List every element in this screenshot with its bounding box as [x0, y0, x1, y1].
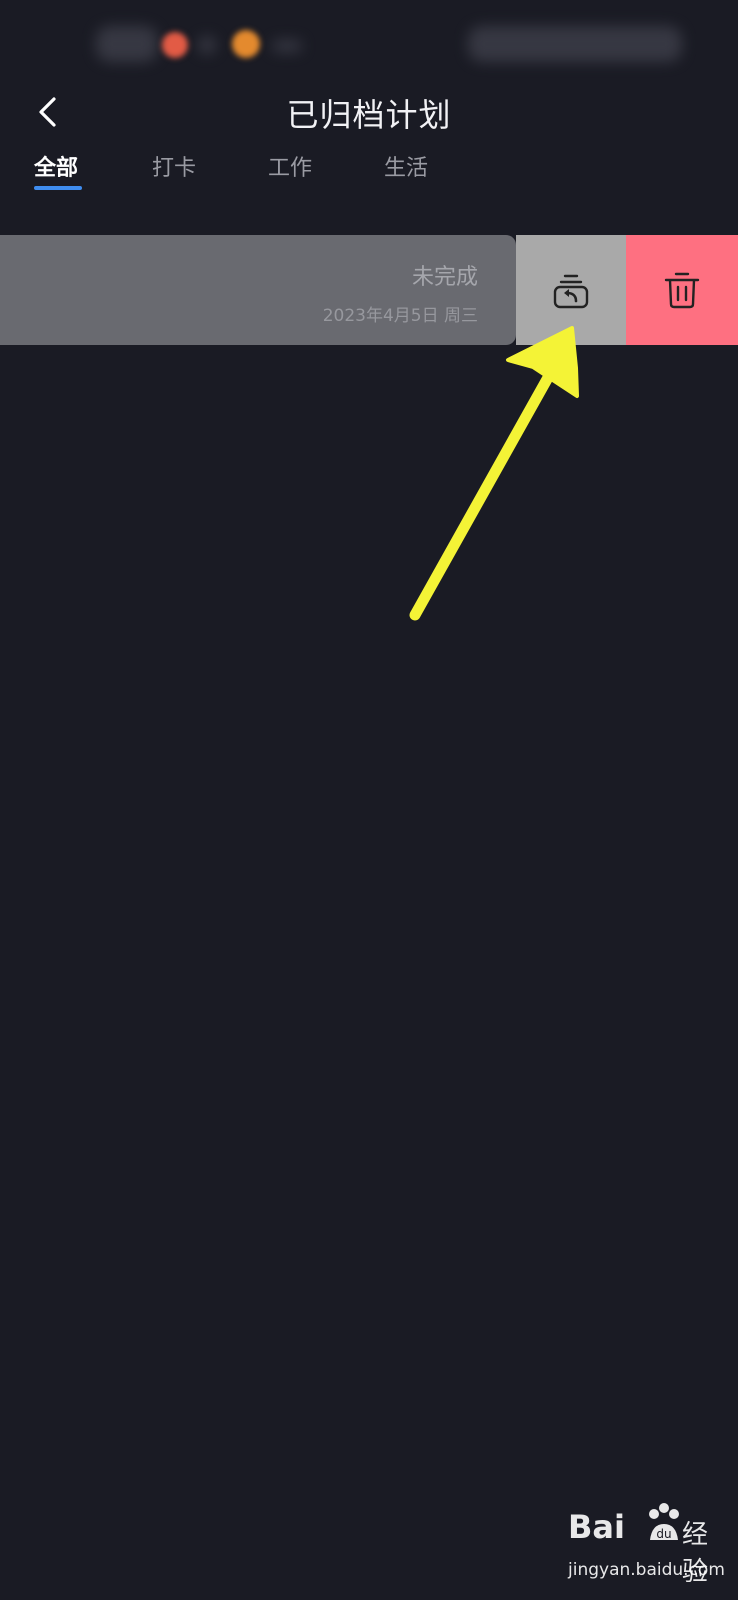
- tab-check-in[interactable]: 打卡: [152, 150, 196, 182]
- unarchive-button[interactable]: [516, 235, 626, 345]
- page-title: 已归档计划: [286, 96, 452, 134]
- paw-icon: du: [649, 1503, 679, 1541]
- tab-work[interactable]: 工作: [268, 150, 312, 182]
- status-bar: [0, 0, 738, 88]
- tab-all[interactable]: 全部: [34, 150, 78, 182]
- trash-icon: [664, 272, 700, 309]
- plan-date: 2023年4月5日 周三: [322, 306, 478, 326]
- status-dot-blur: [198, 36, 216, 54]
- status-time-blur: [96, 26, 158, 62]
- archived-plan-row[interactable]: 未完成 2023年4月5日 周三: [0, 235, 738, 345]
- watermark-url: jingyan.baidu.com: [568, 1560, 725, 1580]
- plan-card[interactable]: 未完成 2023年4月5日 周三: [0, 235, 516, 345]
- notification-icon: [162, 32, 188, 58]
- status-more-blur: [272, 40, 302, 52]
- svg-text:du: du: [656, 1527, 671, 1541]
- delete-button[interactable]: [626, 235, 738, 345]
- baidu-watermark: Bai du 经验 jingyan.baidu.com: [560, 1500, 730, 1590]
- tab-life[interactable]: 生活: [384, 150, 428, 182]
- tab-bar: 全部 打卡 工作 生活: [0, 148, 738, 198]
- plan-status: 未完成: [411, 265, 478, 290]
- status-system-icons-blur: [468, 26, 682, 62]
- tab-active-indicator: [34, 186, 82, 190]
- header: 已归档计划: [0, 80, 738, 144]
- watermark-brand: Bai: [568, 1508, 625, 1546]
- app-notification-icon: [232, 30, 260, 58]
- restore-icon: [553, 274, 589, 309]
